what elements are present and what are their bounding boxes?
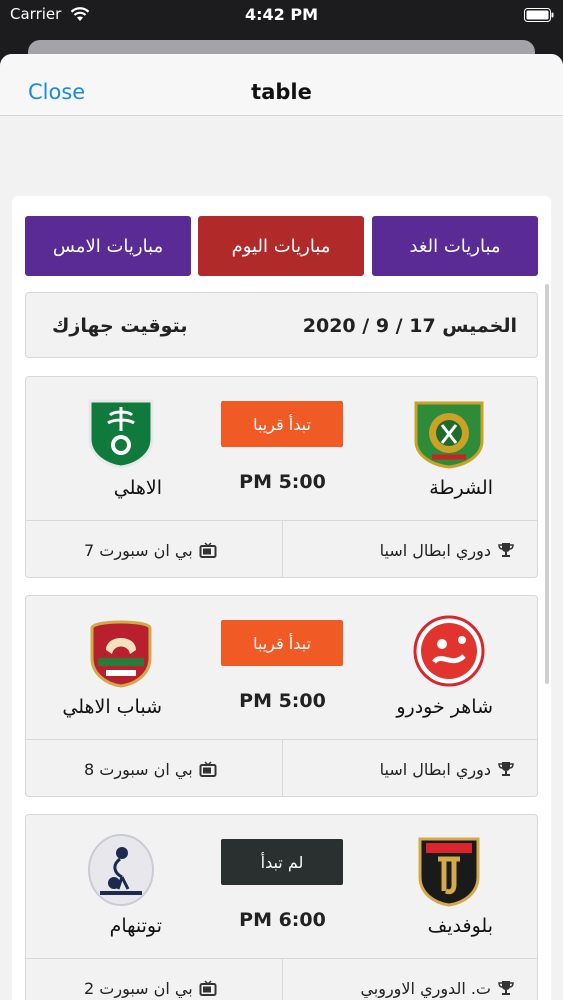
matches-panel: مباريات الغد مباريات اليوم مباريات الامس… bbox=[12, 196, 551, 1000]
footer-divider bbox=[282, 521, 283, 577]
league-name: دوري ابطال اسيا bbox=[379, 759, 491, 779]
tottenham-logo-icon bbox=[88, 834, 154, 906]
footer-divider bbox=[282, 959, 283, 1000]
tab-today-matches[interactable]: مباريات اليوم bbox=[198, 216, 364, 276]
page-title: table bbox=[251, 80, 312, 104]
match-date: الخميس 17 / 9 / 2020 bbox=[302, 315, 517, 337]
status-badge: تبدأ قريبا bbox=[221, 401, 343, 447]
clock: 4:42 PM bbox=[244, 5, 318, 24]
match-time: PM 5:00 bbox=[239, 471, 326, 493]
trophy-icon bbox=[498, 762, 514, 776]
tab-yesterday-matches[interactable]: مباريات الامس bbox=[25, 216, 191, 276]
shabab-alahli-logo-icon bbox=[90, 620, 152, 688]
match-time: PM 6:00 bbox=[239, 909, 326, 931]
channel-name: بي ان سبورت 7 bbox=[84, 540, 193, 560]
tab-tomorrow-matches[interactable]: مباريات الغد bbox=[372, 216, 538, 276]
timezone-label: بتوقيت جهازك bbox=[52, 315, 188, 337]
battery-icon bbox=[524, 8, 554, 22]
tv-icon bbox=[199, 980, 217, 996]
date-bar: الخميس 17 / 9 / 2020 بتوقيت جهازك bbox=[25, 292, 538, 358]
status-bar: Carrier 4:42 PM bbox=[0, 0, 563, 32]
trophy-icon bbox=[498, 543, 514, 557]
status-badge: لم تبدأ bbox=[221, 839, 343, 885]
channel-info: بي ان سبورت 2 bbox=[84, 959, 217, 1000]
scrollbar[interactable] bbox=[545, 284, 549, 684]
league-info: ت. الدوري الاوروبي bbox=[360, 959, 515, 1000]
channel-info: بي ان سبورت 7 bbox=[84, 521, 217, 577]
match-card[interactable]: بلوفديف توتنهام لم تبدأ PM 6:00 ت. الدور… bbox=[25, 814, 538, 1000]
alahli-logo-icon bbox=[88, 399, 154, 469]
navigation-bar: Close table bbox=[0, 54, 563, 116]
league-info: دوري ابطال اسيا bbox=[379, 521, 515, 577]
league-name: ت. الدوري الاوروبي bbox=[360, 978, 491, 998]
match-card[interactable]: الشرطة الاهلي تبدأ قريبا PM 5:00 دوري اب… bbox=[25, 376, 538, 578]
trophy-icon bbox=[498, 981, 514, 995]
police-club-logo-icon bbox=[414, 401, 484, 469]
channel-info: بي ان سبورت 8 bbox=[84, 740, 217, 796]
match-card[interactable]: شاهر خودرو شباب الاهلي تبدأ قريبا PM 5:0… bbox=[25, 595, 538, 797]
modal-sheet: Close table مباريات الغد مباريات اليوم م… bbox=[0, 54, 563, 1000]
match-footer: دوري ابطال اسيا بي ان سبورت 7 bbox=[26, 520, 537, 577]
tv-icon bbox=[199, 761, 217, 777]
channel-name: بي ان سبورت 2 bbox=[84, 978, 193, 998]
match-footer: ت. الدوري الاوروبي بي ان سبورت 2 bbox=[26, 958, 537, 1000]
shahr-khodro-logo-icon bbox=[413, 615, 485, 687]
botev-plovdiv-logo-icon bbox=[418, 837, 480, 907]
match-footer: دوري ابطال اسيا بي ان سبورت 8 bbox=[26, 739, 537, 796]
league-name: دوري ابطال اسيا bbox=[379, 540, 491, 560]
league-info: دوري ابطال اسيا bbox=[379, 740, 515, 796]
match-time: PM 5:00 bbox=[239, 690, 326, 712]
tv-icon bbox=[199, 542, 217, 558]
status-badge: تبدأ قريبا bbox=[221, 620, 343, 666]
channel-name: بي ان سبورت 8 bbox=[84, 759, 193, 779]
footer-divider bbox=[282, 740, 283, 796]
